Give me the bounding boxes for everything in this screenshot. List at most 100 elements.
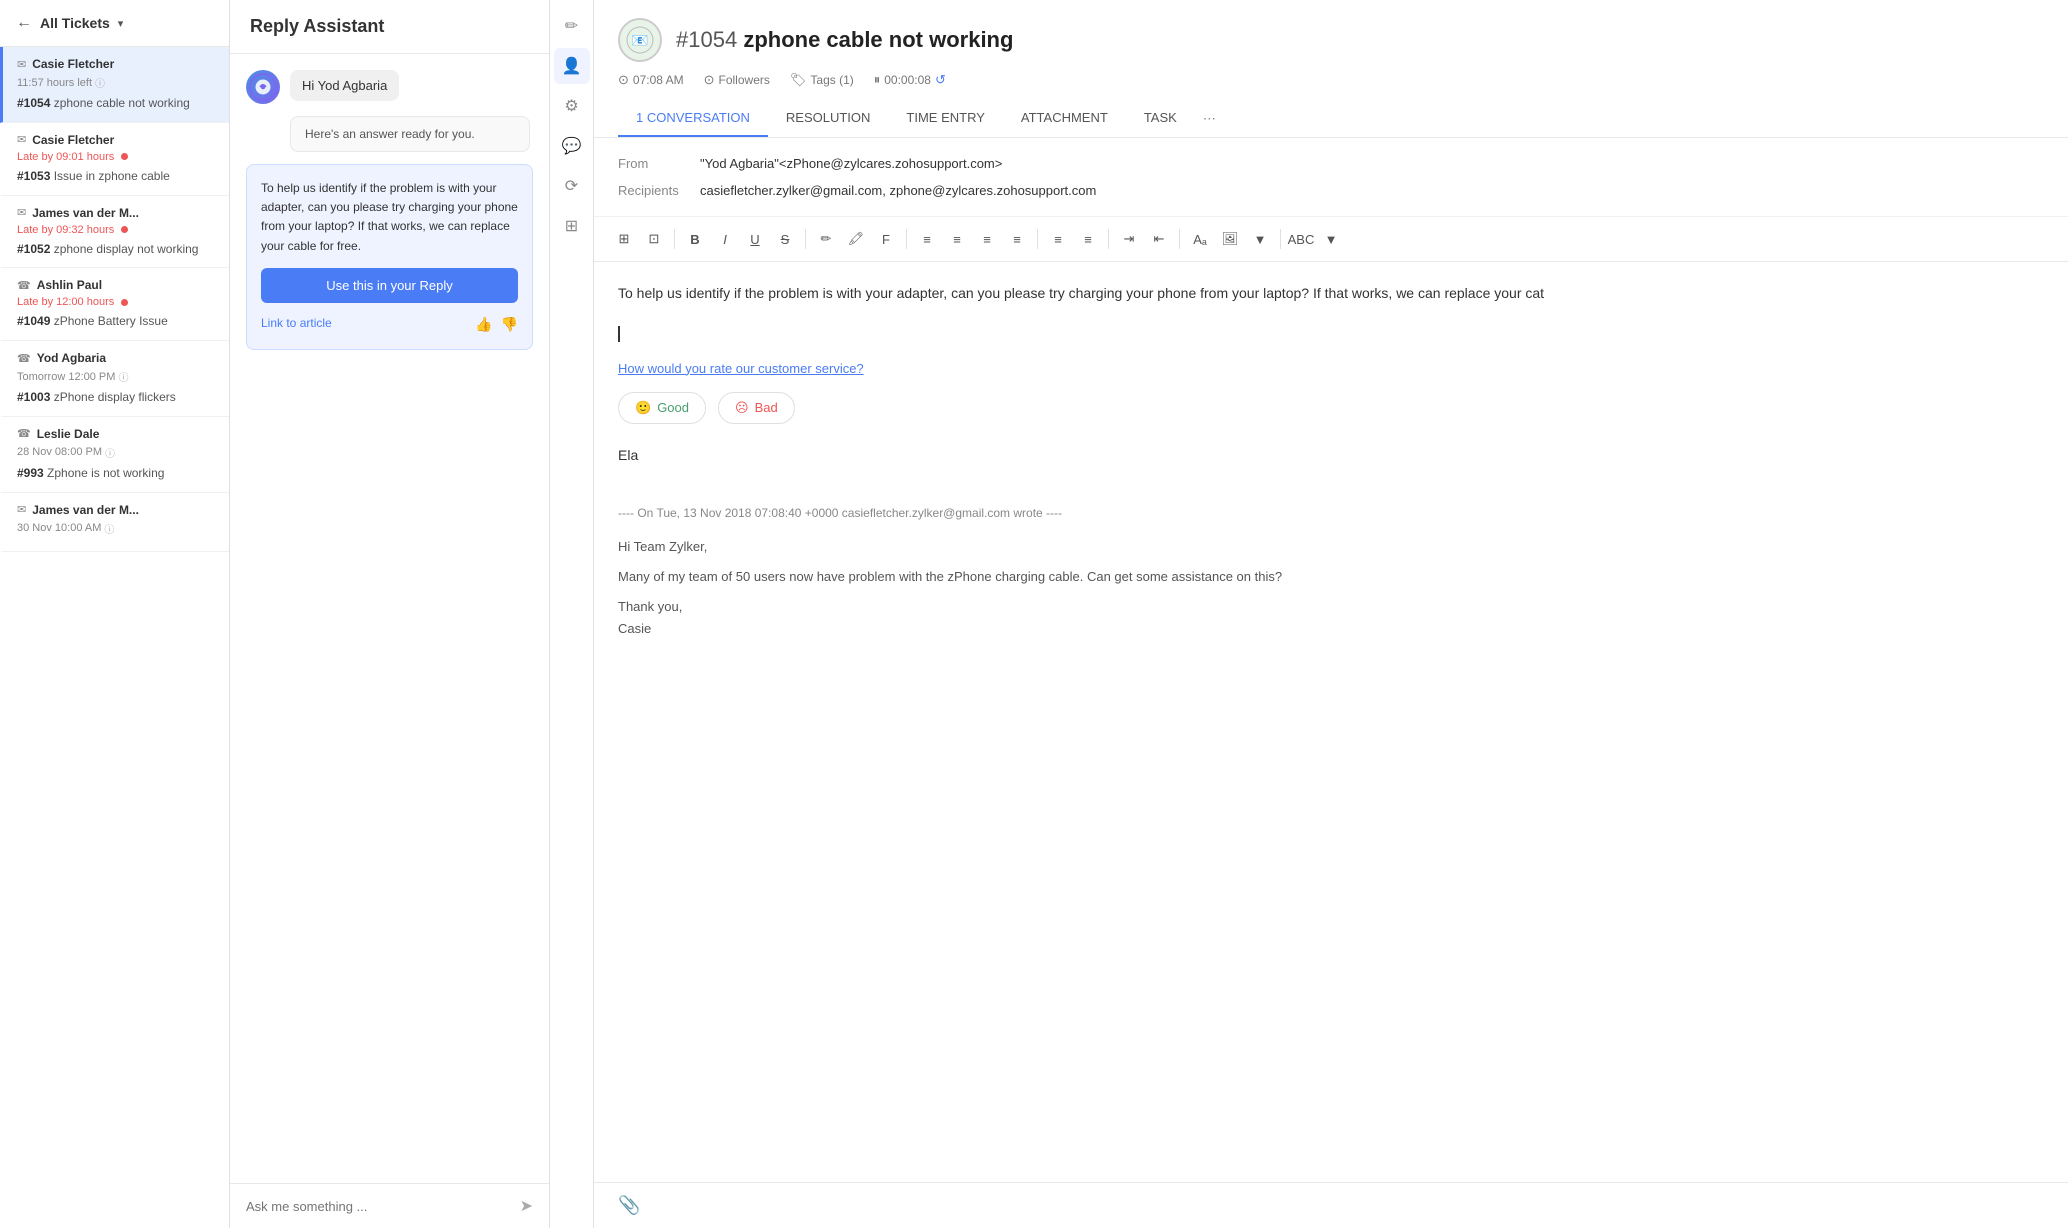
toolbar-abc[interactable]: ABC bbox=[1287, 225, 1315, 253]
layers-icon[interactable]: ⊞ bbox=[554, 208, 590, 244]
toolbar-bold[interactable]: B bbox=[681, 225, 709, 253]
ticket-subject: #1049 zPhone Battery Issue bbox=[17, 313, 215, 330]
use-reply-button[interactable]: Use this in your Reply bbox=[261, 268, 518, 303]
ticket-avatar: 📧 bbox=[618, 18, 662, 62]
ticket-timer[interactable]: ⏸ 00:00:08 ↺ bbox=[874, 72, 946, 88]
ticket-item-2[interactable]: ✉ James van der M... Late by 09:32 hours… bbox=[0, 196, 229, 269]
toolbar-indent[interactable]: ⇥ bbox=[1115, 225, 1143, 253]
tab-attachment[interactable]: ATTACHMENT bbox=[1003, 100, 1126, 137]
ticket-type-icon: ☎ bbox=[17, 352, 31, 365]
toolbar-sep-7 bbox=[1280, 229, 1281, 249]
rating-buttons: 🙂 Good ☹ Bad bbox=[618, 392, 2044, 424]
chat-icon[interactable]: 💬 bbox=[554, 128, 590, 164]
ticket-type-icon: ☎ bbox=[17, 279, 31, 292]
thumbs-up-icon[interactable]: 👍 bbox=[475, 313, 492, 335]
tab-more-button[interactable]: ⋯ bbox=[1195, 101, 1224, 137]
toolbar-font[interactable]: F bbox=[872, 225, 900, 253]
cursor-area[interactable] bbox=[618, 322, 2044, 346]
toolbar-copy-icon[interactable]: ⊡ bbox=[640, 225, 668, 253]
link-to-article[interactable]: Link to article 👍 👎 bbox=[261, 313, 518, 335]
ticket-item-5[interactable]: ☎ Leslie Dale 28 Nov 08:00 PM ⓘ #993 Zph… bbox=[0, 417, 229, 493]
back-button[interactable]: ← bbox=[16, 14, 32, 32]
bad-button[interactable]: ☹ Bad bbox=[718, 392, 795, 424]
from-label: From bbox=[618, 156, 688, 171]
toolbar-format[interactable]: Aₐ bbox=[1186, 225, 1214, 253]
user-icon[interactable]: 👤 bbox=[554, 48, 590, 84]
tab-resolution[interactable]: RESOLUTION bbox=[768, 100, 889, 137]
reply-assistant-panel: Reply Assistant Hi Yod Agbaria Here's an… bbox=[230, 0, 550, 1228]
toolbar-align-left[interactable]: ≡ bbox=[913, 225, 941, 253]
toolbar-strikethrough[interactable]: S bbox=[771, 225, 799, 253]
toolbar-align-right[interactable]: ≡ bbox=[973, 225, 1001, 253]
ticket-tags[interactable]: 🏷 Tags (1) bbox=[790, 72, 854, 88]
bad-emoji: ☹ bbox=[735, 400, 749, 416]
editor-toolbar: ⊞ ⊡ B I U S ✏ 🖍 F ≡ ≡ ≡ ≡ ≡ ≡ ⇥ ⇤ Aₐ 🖼 ▼ bbox=[594, 217, 2068, 262]
email-divider: ---- On Tue, 13 Nov 2018 07:08:40 +0000 … bbox=[618, 503, 2044, 523]
editor-main-text: To help us identify if the problem is wi… bbox=[618, 282, 2044, 306]
dropdown-arrow-icon[interactable]: ▾ bbox=[118, 17, 124, 30]
send-icon[interactable]: ➤ bbox=[520, 1196, 533, 1216]
toolbar-list-ol[interactable]: ≡ bbox=[1074, 225, 1102, 253]
ticket-item-1[interactable]: ✉ Casie Fletcher Late by 09:01 hours #10… bbox=[0, 123, 229, 196]
toolbar-align-justify[interactable]: ≡ bbox=[1003, 225, 1031, 253]
ticket-subject: #1052 zphone display not working bbox=[17, 241, 215, 258]
email-meta: From "Yod Agbaria"<zPhone@zylcares.zohos… bbox=[594, 138, 2068, 217]
toolbar-outdent[interactable]: ⇤ bbox=[1145, 225, 1173, 253]
ticket-list: ✉ Casie Fletcher 11:57 hours left ⓘ #105… bbox=[0, 47, 229, 1228]
tab-task[interactable]: TASK bbox=[1126, 100, 1195, 137]
ticket-author: Yod Agbaria bbox=[37, 351, 106, 365]
ticket-meta-row: ⊙ 07:08 AM ⊙ Followers 🏷 Tags (1) ⏸ 00:0… bbox=[618, 72, 2044, 88]
chat-input[interactable] bbox=[246, 1199, 512, 1214]
main-content: 📧 #1054 zphone cable not working ⊙ 07:08… bbox=[594, 0, 2068, 1228]
toolbar-sep-6 bbox=[1179, 229, 1180, 249]
ticket-time: 30 Nov 10:00 AM ⓘ bbox=[17, 521, 215, 536]
toolbar-underline[interactable]: U bbox=[741, 225, 769, 253]
ticket-full-title: #1054 zphone cable not working bbox=[676, 27, 1013, 53]
toolbar-align-center[interactable]: ≡ bbox=[943, 225, 971, 253]
history-icon[interactable]: ⟳ bbox=[554, 168, 590, 204]
ticket-author: James van der M... bbox=[32, 206, 139, 220]
toolbar-list-ul[interactable]: ≡ bbox=[1044, 225, 1072, 253]
ticket-item-6[interactable]: ✉ James van der M... 30 Nov 10:00 AM ⓘ bbox=[0, 493, 229, 552]
toolbar-abc-dropdown[interactable]: ▼ bbox=[1317, 225, 1345, 253]
toolbar-italic[interactable]: I bbox=[711, 225, 739, 253]
toolbar-highlight[interactable]: 🖍 bbox=[842, 225, 870, 253]
ticket-followers[interactable]: ⊙ Followers bbox=[704, 72, 770, 88]
ticket-type-icon: ✉ bbox=[17, 206, 26, 219]
attachment-icon[interactable]: 📎 bbox=[618, 1195, 640, 1216]
cursor bbox=[618, 326, 620, 342]
from-value: "Yod Agbaria"<zPhone@zylcares.zohosuppor… bbox=[700, 156, 1002, 171]
chat-input-area: ➤ bbox=[230, 1183, 549, 1228]
rating-link[interactable]: How would you rate our customer service? bbox=[618, 358, 2044, 380]
ticket-header: 📧 #1054 zphone cable not working ⊙ 07:08… bbox=[594, 0, 2068, 138]
ticket-subject: #1003 zPhone display flickers bbox=[17, 389, 215, 406]
clock-icon: ⊙ bbox=[618, 72, 629, 88]
refresh-icon[interactable]: ↺ bbox=[935, 72, 946, 88]
bot-avatar bbox=[246, 70, 280, 104]
toolbar-pencil[interactable]: ✏ bbox=[812, 225, 840, 253]
ticket-item-4[interactable]: ☎ Yod Agbaria Tomorrow 12:00 PM ⓘ #1003 … bbox=[0, 341, 229, 417]
toolbar-image[interactable]: 🖼 bbox=[1216, 225, 1244, 253]
toolbar-more[interactable]: ▼ bbox=[1246, 225, 1274, 253]
toolbar-sep-2 bbox=[805, 229, 806, 249]
ticket-type-icon: ✉ bbox=[17, 133, 26, 146]
ticket-item-0[interactable]: ✉ Casie Fletcher 11:57 hours left ⓘ #105… bbox=[0, 47, 229, 123]
icon-sidebar: ✏ 👤 ⚙ 💬 ⟳ ⊞ bbox=[550, 0, 594, 1228]
pause-icon[interactable]: ⏸ bbox=[874, 72, 881, 88]
thumbs-down-icon[interactable]: 👎 bbox=[501, 313, 518, 335]
sidebar-header: ← All Tickets ▾ bbox=[0, 0, 229, 47]
tab-1-conversation[interactable]: 1 CONVERSATION bbox=[618, 100, 768, 137]
tab-time-entry[interactable]: TIME ENTRY bbox=[888, 100, 1003, 137]
toolbar-insert-icon[interactable]: ⊞ bbox=[610, 225, 638, 253]
settings-icon[interactable]: ⚙ bbox=[554, 88, 590, 124]
ticket-time: ⊙ 07:08 AM bbox=[618, 72, 684, 88]
ticket-item-3[interactable]: ☎ Ashlin Paul Late by 12:00 hours #1049 … bbox=[0, 268, 229, 341]
edit-icon[interactable]: ✏ bbox=[554, 8, 590, 44]
good-button[interactable]: 🙂 Good bbox=[618, 392, 706, 424]
ticket-time: Tomorrow 12:00 PM ⓘ bbox=[17, 369, 215, 384]
editor-bottom: 📎 bbox=[594, 1182, 2068, 1228]
ticket-time: 11:57 hours left ⓘ bbox=[17, 75, 215, 90]
toolbar-sep-1 bbox=[674, 229, 675, 249]
ticket-sidebar: ← All Tickets ▾ ✉ Casie Fletcher 11:57 h… bbox=[0, 0, 230, 1228]
editor-content[interactable]: To help us identify if the problem is wi… bbox=[594, 262, 2068, 1182]
